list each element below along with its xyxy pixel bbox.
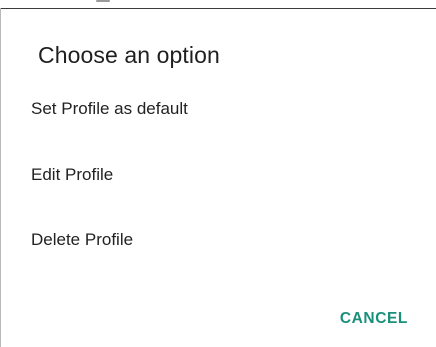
option-delete-profile[interactable]: Delete Profile <box>1 213 436 267</box>
status-bar-notch <box>96 0 110 2</box>
dialog-actions: CANCEL <box>1 299 436 339</box>
option-edit-profile[interactable]: Edit Profile <box>1 148 436 202</box>
options-dialog: Choose an option Set Profile as default … <box>1 9 436 347</box>
option-label: Delete Profile <box>31 230 134 249</box>
option-label: Set Profile as default <box>31 99 188 118</box>
option-label: Edit Profile <box>31 165 114 184</box>
status-bar-edge <box>0 0 436 9</box>
option-set-profile-default[interactable]: Set Profile as default <box>1 82 436 136</box>
cancel-button[interactable]: CANCEL <box>330 299 418 339</box>
dialog-title: Choose an option <box>38 42 220 68</box>
